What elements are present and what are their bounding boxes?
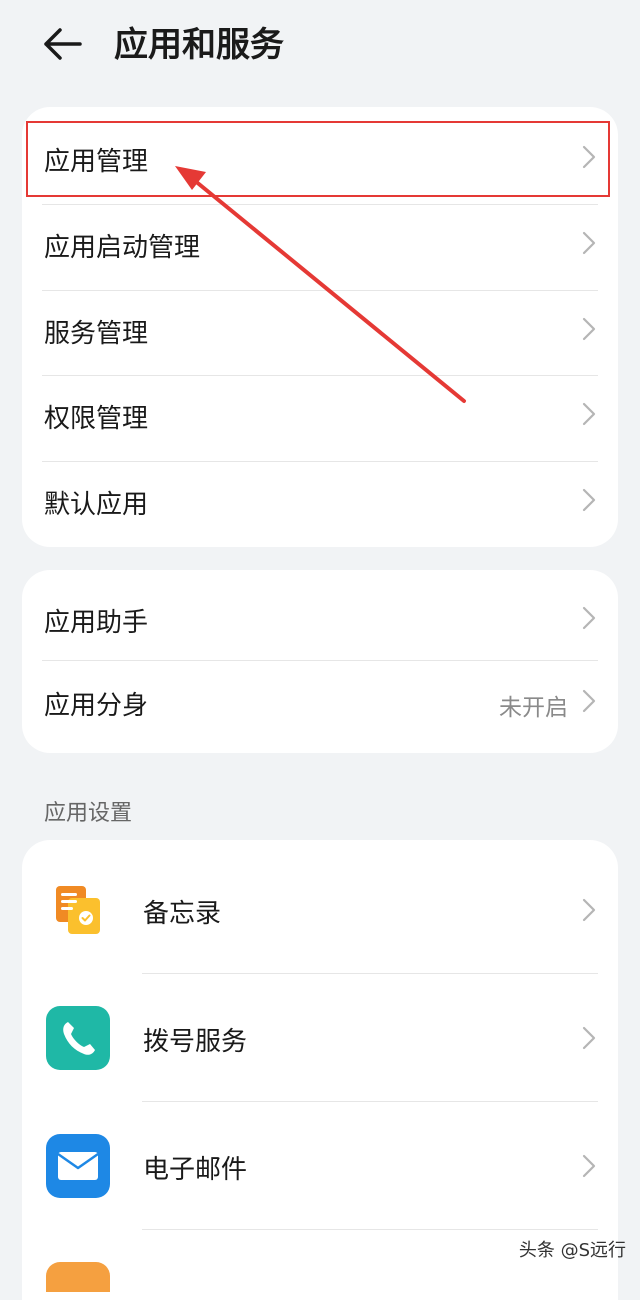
chevron-right-icon bbox=[582, 898, 596, 922]
row-status-value: 未开启 bbox=[499, 695, 568, 721]
row-app-assistant[interactable]: 应用助手 bbox=[22, 570, 618, 661]
row-permission-management[interactable]: 权限管理 bbox=[22, 376, 618, 462]
watermark-text: 头条 @S远行 bbox=[518, 1240, 626, 1261]
row-label: 服务管理 bbox=[44, 319, 149, 349]
app-settings-card: 备忘录 拨号服务 电子邮件 bbox=[22, 840, 618, 1300]
row-label: 默认应用 bbox=[44, 490, 149, 520]
row-label: 应用启动管理 bbox=[44, 233, 201, 263]
phone-icon bbox=[46, 1006, 110, 1070]
chevron-right-icon bbox=[582, 145, 596, 169]
divider bbox=[142, 1229, 598, 1230]
app-row-dialer[interactable]: 拨号服务 bbox=[22, 974, 618, 1102]
row-label: 应用助手 bbox=[44, 608, 149, 638]
row-app-management[interactable]: 应用管理 bbox=[22, 107, 618, 205]
row-label: 应用分身 bbox=[44, 691, 149, 721]
chevron-right-icon bbox=[582, 488, 596, 512]
chevron-right-icon bbox=[582, 689, 596, 713]
partial-app-icon bbox=[46, 1262, 110, 1292]
section-header-app-settings: 应用设置 bbox=[44, 801, 133, 826]
notes-icon bbox=[56, 886, 100, 934]
app-label: 备忘录 bbox=[143, 899, 222, 929]
app-label: 拨号服务 bbox=[143, 1027, 248, 1057]
chevron-right-icon bbox=[582, 1154, 596, 1178]
settings-card-assistant: 应用助手 应用分身 未开启 bbox=[22, 570, 618, 753]
chevron-right-icon bbox=[582, 1026, 596, 1050]
row-app-twin[interactable]: 应用分身 未开启 bbox=[22, 661, 618, 753]
row-service-management[interactable]: 服务管理 bbox=[22, 291, 618, 376]
app-row-email[interactable]: 电子邮件 bbox=[22, 1102, 618, 1230]
row-label: 权限管理 bbox=[44, 404, 149, 434]
row-label: 应用管理 bbox=[44, 147, 149, 177]
mail-icon bbox=[46, 1134, 110, 1198]
chevron-right-icon bbox=[582, 317, 596, 341]
row-default-apps[interactable]: 默认应用 bbox=[22, 462, 618, 547]
app-row-notes[interactable]: 备忘录 bbox=[22, 846, 618, 974]
header: 应用和服务 bbox=[0, 0, 640, 90]
settings-card-main: 应用管理 应用启动管理 服务管理 权限管理 默认应用 bbox=[22, 107, 618, 547]
chevron-right-icon bbox=[582, 606, 596, 630]
row-app-launch-management[interactable]: 应用启动管理 bbox=[22, 205, 618, 291]
chevron-right-icon bbox=[582, 402, 596, 426]
app-label: 电子邮件 bbox=[143, 1155, 248, 1185]
back-arrow-icon[interactable] bbox=[40, 22, 84, 66]
page-title: 应用和服务 bbox=[114, 25, 284, 65]
chevron-right-icon bbox=[582, 231, 596, 255]
